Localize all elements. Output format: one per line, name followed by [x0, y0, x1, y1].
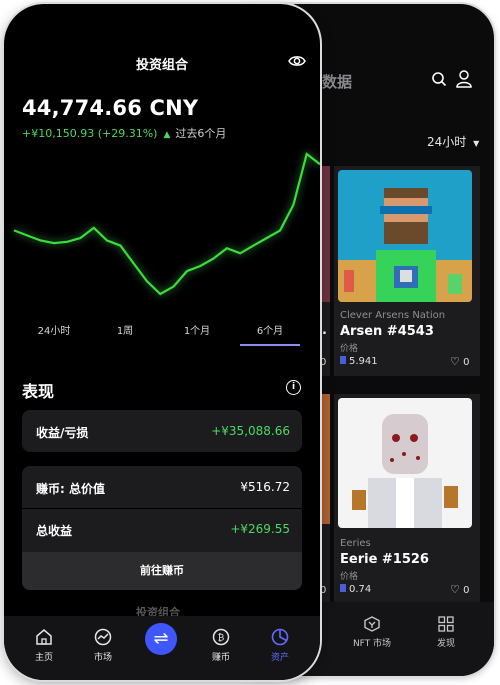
user-icon[interactable] — [456, 70, 472, 88]
nft-price: 5.941 — [340, 356, 378, 367]
page-title: 投资组合 — [135, 58, 188, 73]
active-range-indicator — [240, 344, 300, 346]
like-button[interactable]: ♡ 0 — [450, 583, 469, 596]
tab-assets[interactable]: 资产 — [250, 616, 310, 663]
nft-price: 0.74 — [340, 584, 371, 595]
tab-label: 市场 — [93, 653, 112, 663]
tab-label: 主页 — [34, 653, 53, 663]
time-range-tabs: 24小时 1周 1个月 6个月 — [4, 322, 320, 352]
nft-image-pixel-avatar — [338, 170, 472, 302]
tab-label: NFT 市场 — [352, 639, 392, 649]
tab-earn[interactable]: ₿ 赚币 — [191, 616, 251, 663]
tab-nft-market[interactable]: NFT 市场 — [342, 616, 402, 649]
range-1w[interactable]: 1周 — [95, 322, 155, 337]
page-title-fragment: 数据 — [322, 73, 353, 91]
svg-text:₿: ₿ — [218, 633, 225, 644]
tab-discover[interactable]: 发现 — [416, 616, 476, 649]
earn-total-value: ¥516.72 — [240, 480, 290, 494]
earn-total-label: 赚币: 总价值 — [36, 482, 105, 496]
portfolio-chart — [13, 152, 320, 296]
like-count: 0 — [320, 357, 327, 368]
pnl-value: +¥35,088.66 — [211, 424, 290, 438]
tab-label: 资产 — [270, 653, 289, 663]
market-chart-icon — [94, 628, 112, 646]
total-income-value: +¥269.55 — [230, 522, 290, 536]
portfolio-balance: 44,774.66 CNY — [22, 96, 199, 120]
range-1m[interactable]: 1个月 — [167, 322, 227, 337]
tab-market[interactable]: 市场 — [73, 616, 133, 663]
tab-label: 赚币 — [211, 653, 230, 663]
token-icon — [340, 584, 346, 592]
nft-card[interactable]: Eeries Eerie #1526 价格 0.74 ♡ 0 — [334, 394, 480, 604]
like-count: 0 — [463, 357, 470, 368]
tab-label: 发现 — [436, 639, 455, 649]
collection-name: Eeries — [340, 538, 371, 549]
nft-market-icon — [364, 616, 380, 632]
like-count: 0 — [463, 585, 470, 596]
portfolio-line — [13, 152, 320, 296]
nft-card[interactable]: Clever Arsens Nation Arsen #4543 价格 5.94… — [334, 166, 480, 376]
pnl-panel: 收益/亏损 +¥35,088.66 — [22, 410, 302, 452]
bottom-tab-bar: 主页 市场 ⇌ ₿ 赚币 资产 — [4, 616, 320, 680]
eye-icon[interactable] — [288, 54, 306, 68]
heart-icon: ♡ — [450, 583, 460, 596]
nft-name-fragment: . — [322, 323, 327, 338]
portfolio-change: +¥10,150.93 (+29.31%) ▲ 过去6个月 — [22, 125, 226, 141]
performance-heading: 表现 — [22, 382, 55, 401]
earn-panel: 赚币: 总价值 ¥516.72 总收益 +¥269.55 前往赚币 — [22, 466, 302, 590]
price-value: 0.74 — [349, 584, 372, 595]
caret-down-icon: ▼ — [473, 139, 480, 148]
price-label: 价格 — [340, 572, 359, 582]
info-icon[interactable]: i — [286, 380, 301, 395]
time-range-value: 24小时 — [427, 135, 467, 149]
collection-name: Clever Arsens Nation — [340, 310, 446, 321]
total-income-label: 总收益 — [36, 524, 73, 538]
tab-home[interactable]: 主页 — [14, 616, 74, 663]
up-triangle-icon: ▲ — [163, 130, 171, 140]
search-icon[interactable] — [431, 71, 447, 87]
divider — [22, 508, 302, 509]
range-6m[interactable]: 6个月 — [240, 322, 300, 337]
go-earn-button[interactable]: 前往赚币 — [22, 552, 302, 590]
like-button[interactable]: ♡ 0 — [450, 355, 469, 368]
swap-button[interactable]: ⇌ — [145, 623, 177, 655]
heart-icon: ♡ — [450, 355, 460, 368]
assets-pie-icon — [271, 628, 289, 646]
home-icon — [36, 629, 52, 645]
change-value: +¥10,150.93 (+29.31%) — [22, 127, 158, 140]
range-24h[interactable]: 24小时 — [24, 322, 84, 337]
price-label: 价格 — [340, 344, 359, 354]
portfolio-screen: 投资组合 44,774.66 CNY +¥10,150.93 (+29.31%)… — [4, 4, 320, 680]
swap-icon: ⇌ — [153, 628, 169, 649]
coin-icon: ₿ — [212, 628, 230, 646]
pnl-label: 收益/亏损 — [36, 426, 89, 440]
time-range-dropdown[interactable]: 24小时 ▼ — [427, 133, 479, 150]
nft-name: Arsen #4543 — [340, 324, 434, 339]
nft-name: Eerie #1526 — [340, 552, 429, 567]
token-icon — [340, 356, 346, 364]
nft-image-masked-figure — [338, 398, 472, 528]
price-value: 5.941 — [349, 356, 378, 367]
discover-grid-icon — [438, 616, 454, 632]
change-period: 过去6个月 — [175, 127, 227, 140]
like-count: 0 — [320, 585, 327, 596]
